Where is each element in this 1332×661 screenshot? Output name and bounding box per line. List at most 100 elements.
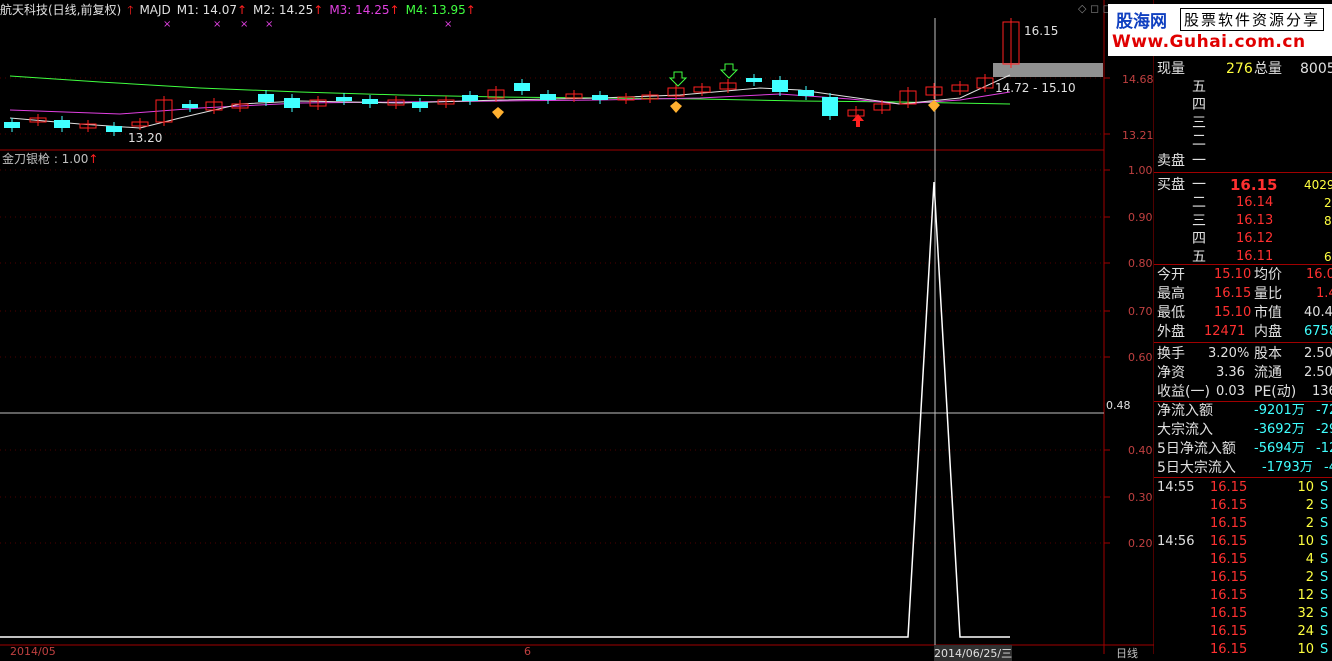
candle-down	[540, 94, 556, 100]
indicator-name[interactable]: MAJD	[139, 3, 170, 17]
period-label[interactable]: 日线	[1116, 645, 1138, 661]
indicator-title: 金刀银枪 : 1.00↑	[2, 152, 99, 166]
tick-row: 16.15 24 S	[1154, 623, 1332, 641]
tick-side: S	[1320, 516, 1329, 531]
diamond-icon	[492, 107, 504, 119]
window-controls[interactable]: ◇ ◻ ◻	[1078, 2, 1112, 15]
candle-down	[284, 98, 300, 108]
tick-volume: 12	[1297, 588, 1314, 603]
up-arrow-icon: ↑	[465, 3, 476, 17]
stock-title[interactable]: 航天科技(日线,前复权)	[0, 3, 121, 17]
candle-down	[798, 90, 814, 96]
tick-volume: 10	[1297, 534, 1314, 549]
x-marker-icon: ×	[163, 19, 171, 30]
tick-side: S	[1320, 588, 1329, 603]
x-marker-icon: ×	[265, 19, 273, 30]
sell-arrow-icon	[668, 71, 688, 87]
candle-down	[54, 120, 70, 128]
stat-row: 今开 15.10 均价 16.0	[1157, 267, 1332, 283]
indicator-axis-label: 0.70	[1128, 305, 1153, 318]
x-marker-icon: ×	[240, 19, 248, 30]
indicator-axis-label: 1.00	[1128, 164, 1153, 177]
candle-down	[258, 94, 274, 102]
buy-level: 二 16.14 2	[1192, 195, 1332, 211]
tick-row: 16.15 32 S	[1154, 605, 1332, 623]
tick-row: 16.15 2 S	[1154, 515, 1332, 533]
up-arrow-icon: 🡑	[127, 3, 134, 17]
stat-row: 最低 15.10 市值 40.4	[1157, 305, 1332, 321]
candle-down	[362, 99, 378, 104]
stat-row: 换手 3.20% 股本 2.50	[1157, 346, 1332, 362]
tick-side: S	[1320, 624, 1329, 639]
low-price-label: 13.20	[128, 131, 163, 145]
indicator-line	[0, 181, 1010, 638]
candle-down	[182, 104, 198, 108]
tick-row: 16.15 12 S	[1154, 587, 1332, 605]
tick-row: 14:56 16.15 10 S	[1154, 533, 1332, 551]
quote-panel: 现量 276 总量 8005 五 四 三 二 卖盘 一 买盘 一 16.15 4…	[1154, 58, 1332, 657]
range-label: 14.72 - 15.10	[995, 81, 1076, 95]
tick-row: 16.15 2 S	[1154, 569, 1332, 587]
buy-level: 三 16.13 8	[1192, 213, 1332, 229]
diamond-icon	[670, 101, 682, 113]
tick-volume: 4	[1305, 552, 1314, 567]
tick-price: 16.15	[1210, 606, 1248, 621]
flow-row: 5日大宗流入-1793万-4	[1157, 460, 1332, 476]
tick-price: 16.15	[1210, 624, 1248, 639]
tick-volume: 24	[1297, 624, 1314, 639]
tick-volume: 10	[1297, 480, 1314, 495]
tick-price: 16.15	[1210, 534, 1248, 549]
date-mark: 6	[524, 645, 531, 658]
sell-level: 四	[1192, 97, 1206, 113]
tick-time: 14:55	[1157, 480, 1195, 495]
chart-header: 航天科技(日线,前复权) 🡑 MAJD M1: 14.07↑ M2: 14.25↑ M3:…	[0, 0, 1100, 20]
up-arrow-icon: ↑	[88, 152, 99, 166]
high-price-label: 16.15	[1024, 24, 1059, 38]
tick-side: S	[1320, 570, 1329, 585]
candle-down	[106, 126, 122, 132]
up-arrow-icon: ↑	[236, 3, 248, 17]
sell-level: 二	[1192, 133, 1206, 149]
x-marker-icon: ×	[444, 19, 452, 30]
candle-down	[772, 80, 788, 92]
ma-m4-value: M4: 13.95	[405, 3, 466, 17]
sell-level: 五	[1192, 79, 1206, 95]
stat-row: 最高16.15 量比1.4	[1157, 286, 1332, 302]
logo-url: Www.Guhai.com.cn	[1112, 32, 1306, 52]
indicator-axis-label: 0.40	[1128, 444, 1153, 457]
candle-down	[412, 102, 428, 108]
tick-volume: 32	[1297, 606, 1314, 621]
tick-price: 16.15	[1210, 516, 1248, 531]
tick-row: 16.15 4 S	[1154, 551, 1332, 569]
indicator-axis-label: 0.60	[1128, 351, 1153, 364]
ma-m2-value: M2: 14.25	[253, 3, 314, 17]
tick-side: S	[1320, 552, 1329, 567]
candle-down	[462, 95, 478, 101]
candle-down	[592, 95, 608, 100]
tick-row: 14:55 16.15 10 S	[1154, 479, 1332, 497]
indicator-axis-label: 0.20	[1128, 537, 1153, 550]
kline-chart[interactable]: × × × × ×	[0, 0, 1154, 654]
ma-m3-line	[9, 91, 1011, 115]
tick-side: S	[1320, 642, 1329, 657]
tick-side: S	[1320, 480, 1329, 495]
tick-side: S	[1320, 606, 1329, 621]
ma-m3-value: M3: 14.25	[329, 3, 390, 17]
date-crosshair: 2014/06/25/三	[934, 645, 1013, 661]
tick-price: 16.15	[1210, 552, 1248, 567]
tick-side: S	[1320, 498, 1329, 513]
logo-site: 股海网	[1116, 12, 1167, 32]
stat-row: 外盘12471 内盘6758	[1157, 324, 1332, 340]
ma-m1-value: M1: 14.07	[176, 3, 237, 17]
sell-level: 卖盘 一	[1157, 153, 1206, 169]
tick-price: 16.15	[1210, 642, 1248, 657]
tick-volume: 10	[1297, 642, 1314, 657]
up-arrow-icon: ↑	[313, 3, 324, 17]
price-axis-label: 14.68	[1122, 73, 1154, 86]
buy-level: 买盘 一 16.15 4029	[1157, 176, 1332, 194]
buy-level: 四 16.12	[1192, 231, 1274, 247]
guhai-logo: 股海网 股票软件资源分享 Www.Guhai.com.cn	[1108, 4, 1332, 56]
tick-price: 16.15	[1210, 588, 1248, 603]
price-axis-label: 13.21	[1122, 129, 1154, 142]
logo-slogan: 股票软件资源分享	[1180, 8, 1325, 31]
